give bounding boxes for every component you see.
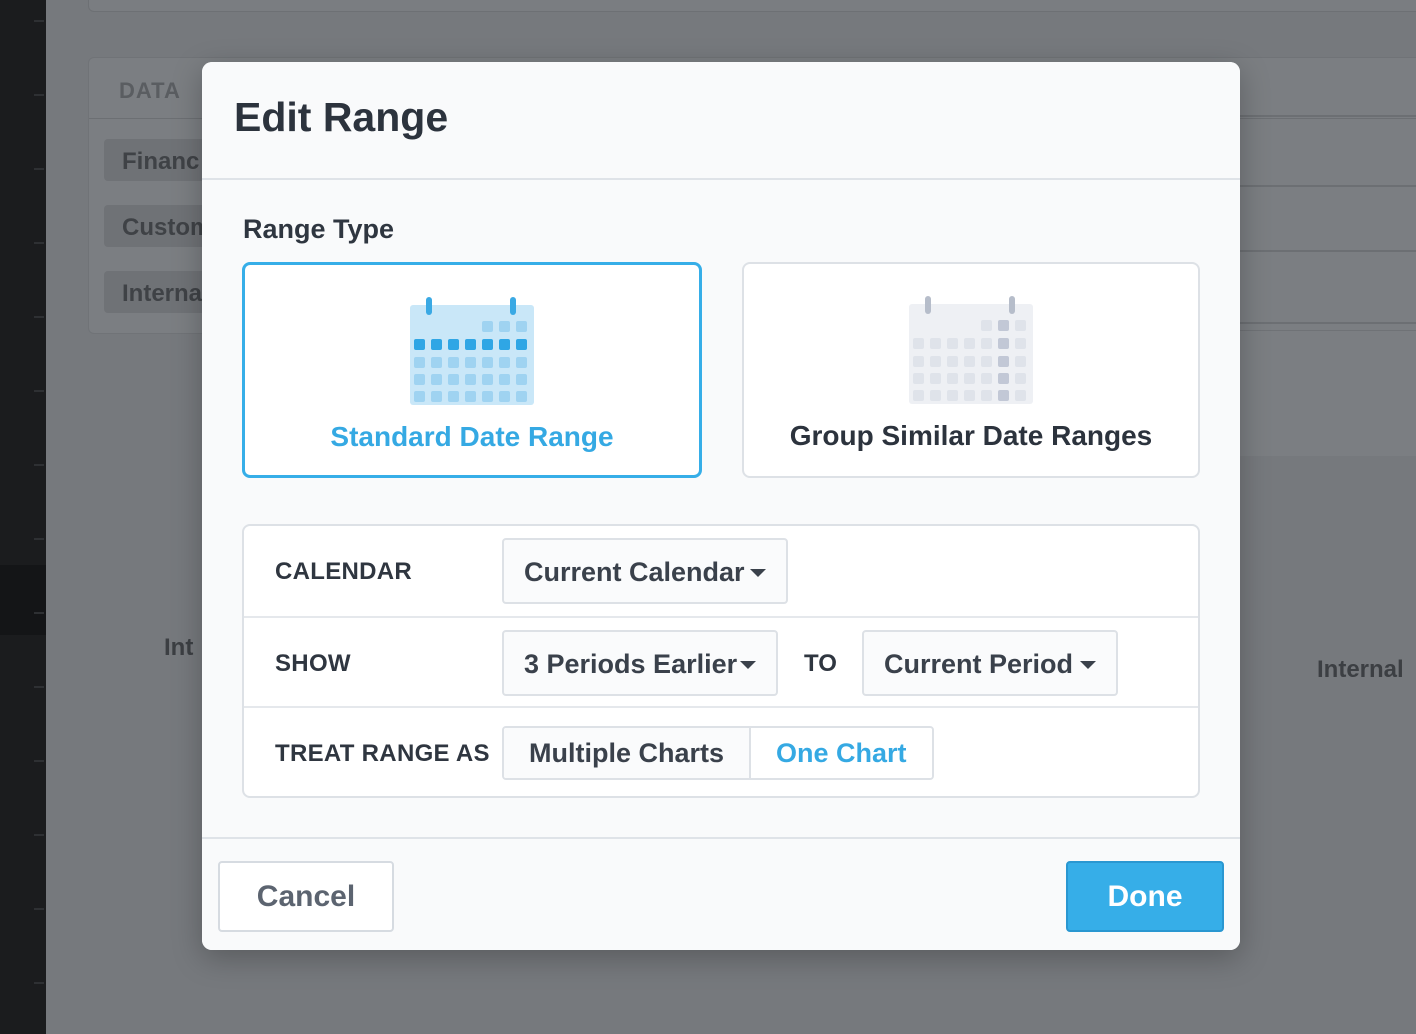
background-chip-label: Financ xyxy=(122,148,200,175)
background-field xyxy=(1240,250,1416,324)
show-row: SHOW 3 Periods Earlier TO Current Period xyxy=(244,616,1198,708)
cancel-button[interactable]: Cancel xyxy=(218,861,394,932)
background-sidebar-tick xyxy=(34,464,44,466)
background-panel-header: DATA xyxy=(119,78,181,103)
background-sidebar-tick xyxy=(34,168,44,170)
background-sidebar-tick xyxy=(34,760,44,762)
background-sidebar-tick xyxy=(34,686,44,688)
treat-range-as-label: TREAT RANGE AS xyxy=(275,740,490,767)
background-sidebar xyxy=(0,0,46,1034)
done-button[interactable]: Done xyxy=(1066,861,1224,932)
background-sidebar-tick xyxy=(34,908,44,910)
show-from-value: 3 Periods Earlier xyxy=(524,649,738,679)
background-sidebar-tick xyxy=(34,982,44,984)
to-label: TO xyxy=(804,650,837,677)
calendar-value: Current Calendar xyxy=(524,557,745,587)
background-chart-label: Int xyxy=(164,634,194,661)
chevron-down-icon xyxy=(740,661,756,669)
treat-range-as-toggle: Multiple Charts One Chart xyxy=(502,726,934,780)
calendar-label: CALENDAR xyxy=(275,558,413,585)
background-sidebar-tick xyxy=(34,612,44,614)
calendar-row: CALENDAR Current Calendar xyxy=(244,526,1198,616)
background-sidebar-tick xyxy=(34,242,44,244)
background-sidebar-tick xyxy=(34,20,44,22)
show-from-dropdown[interactable]: 3 Periods Earlier xyxy=(502,630,778,696)
chevron-down-icon xyxy=(1080,661,1096,669)
show-to-value: Current Period xyxy=(884,649,1074,679)
background-line xyxy=(1240,185,1416,187)
standard-date-range-option[interactable]: Standard Date Range xyxy=(242,262,702,478)
show-label: SHOW xyxy=(275,650,351,677)
calendar-dropdown[interactable]: Current Calendar xyxy=(502,538,788,604)
background-sidebar-tick xyxy=(34,538,44,540)
range-settings-panel: CALENDAR Current Calendar SHOW 3 Periods… xyxy=(242,524,1200,798)
modal-header: Edit Range xyxy=(202,62,1240,180)
one-chart-option[interactable]: One Chart xyxy=(749,728,932,778)
background-sidebar-tick xyxy=(34,834,44,836)
background-chip-label: Interna xyxy=(122,280,203,307)
calendar-icon xyxy=(909,296,1033,404)
show-to-dropdown[interactable]: Current Period xyxy=(862,630,1118,696)
range-type-label: Range Type xyxy=(243,214,395,244)
group-similar-date-ranges-label: Group Similar Date Ranges xyxy=(789,420,1153,451)
group-similar-date-ranges-option[interactable]: Group Similar Date Ranges xyxy=(742,262,1200,478)
background-line xyxy=(1240,115,1416,117)
modal-title: Edit Range xyxy=(234,94,449,140)
treat-range-as-row: TREAT RANGE AS Multiple Charts One Chart xyxy=(244,706,1198,798)
calendar-icon xyxy=(410,297,534,405)
background-sidebar-tick xyxy=(34,94,44,96)
modal-footer: Cancel Done xyxy=(202,837,1240,950)
background-sidebar-tick xyxy=(34,316,44,318)
background-chart-label: Internal xyxy=(1317,656,1404,683)
chevron-down-icon xyxy=(750,569,766,577)
multiple-charts-option[interactable]: Multiple Charts xyxy=(504,728,750,778)
edit-range-modal: Edit Range Range Type Standard Date Rang… xyxy=(202,62,1240,950)
background-sidebar-active-item xyxy=(0,565,46,635)
background-sidebar-tick xyxy=(34,390,44,392)
standard-date-range-label: Standard Date Range xyxy=(330,421,614,452)
background-chip-label: Custom xyxy=(122,214,212,241)
background-chart-area xyxy=(1240,330,1416,456)
background-top-card xyxy=(88,0,1416,12)
